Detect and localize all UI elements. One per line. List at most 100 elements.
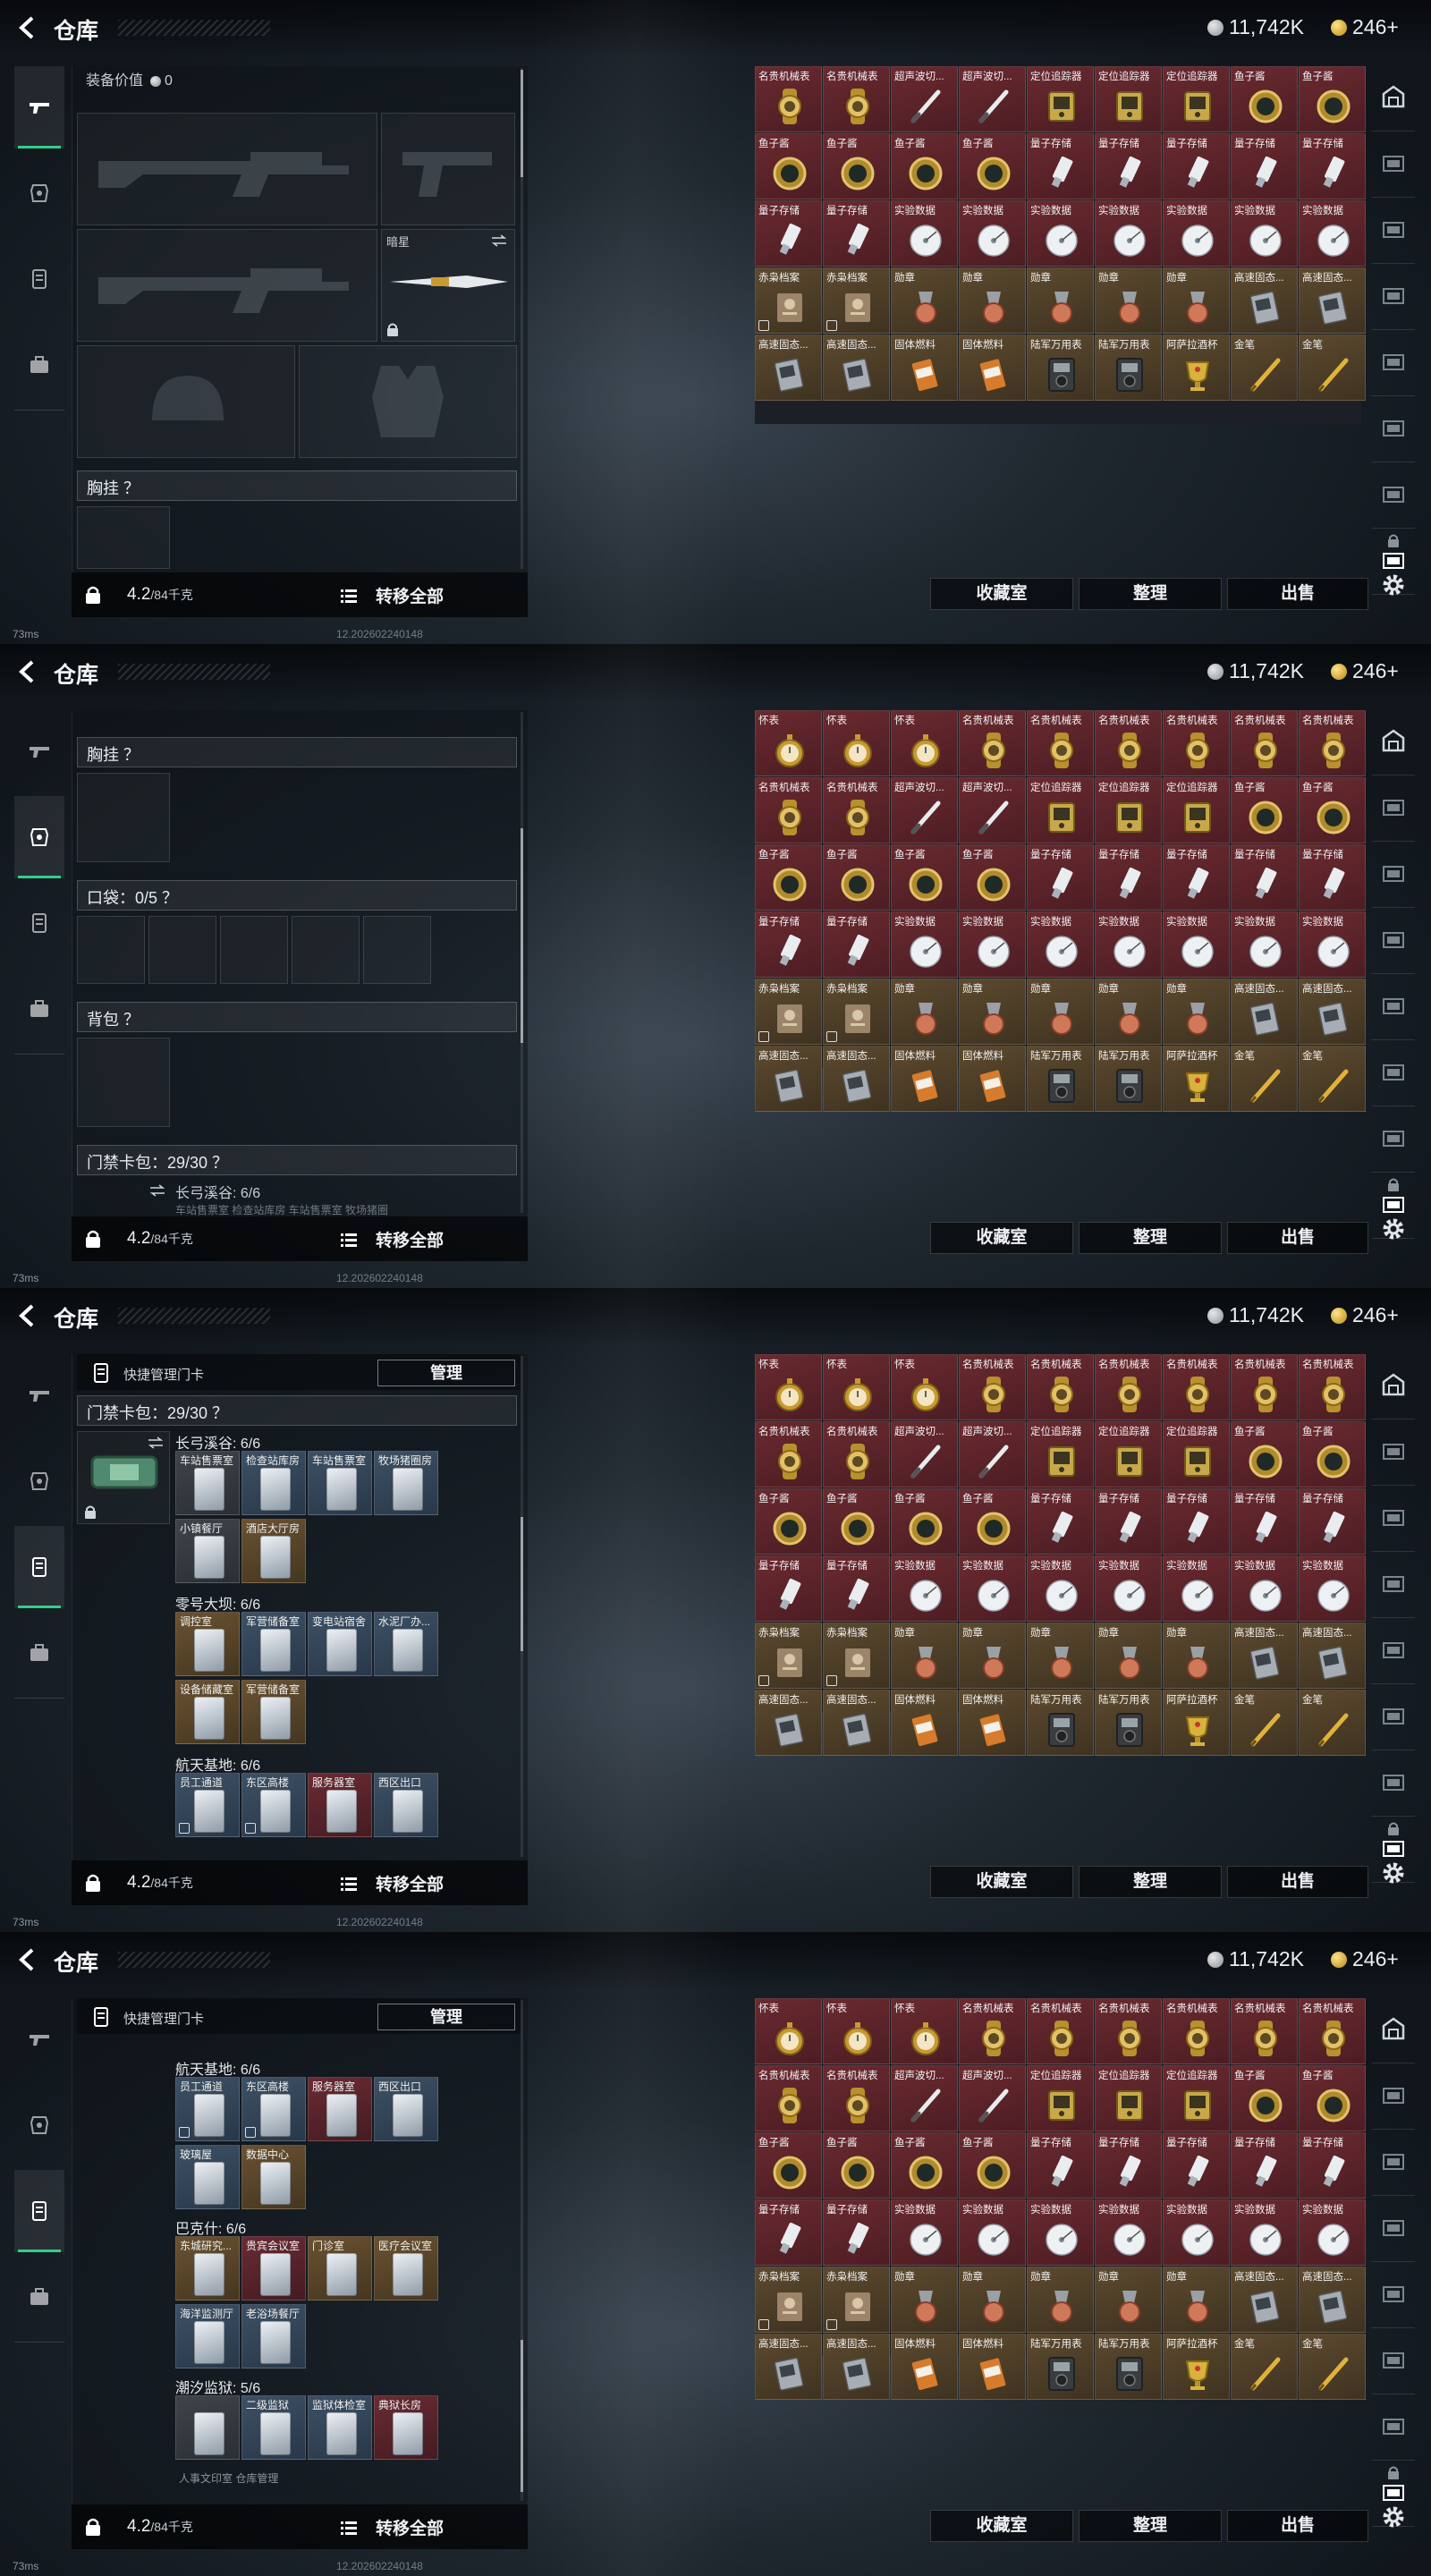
stash-item[interactable]: 实验数据	[891, 1555, 958, 1622]
stash-page-5[interactable]	[1376, 987, 1411, 1023]
stash-item[interactable]: 实验数据	[1095, 2199, 1162, 2266]
stash-item[interactable]: 量子存储	[755, 2199, 822, 2266]
stash-item[interactable]: 高速固态...	[755, 2334, 822, 2400]
stash-item[interactable]: 超声波切...	[959, 1421, 1026, 1487]
stash-item[interactable]: 鱼子酱	[1231, 2065, 1298, 2131]
stash-item[interactable]: 金笔	[1231, 1046, 1298, 1112]
stash-item[interactable]: 实验数据	[891, 2199, 958, 2266]
keycard[interactable]: 贵宾会议室	[241, 2236, 306, 2301]
loadout-scrollbar[interactable]	[521, 712, 523, 1213]
stash-item[interactable]: 实验数据	[1231, 911, 1298, 978]
stash-item[interactable]: 名贵机械表	[1027, 1998, 1094, 2064]
stash-item[interactable]: 实验数据	[1095, 911, 1162, 978]
keycard[interactable]: 变电站宿舍	[308, 1612, 372, 1676]
stash-page-5[interactable]	[1376, 1631, 1411, 1667]
stash-item[interactable]: 超声波切...	[959, 777, 1026, 843]
stash-item[interactable]: 名贵机械表	[823, 66, 890, 132]
stash-item[interactable]: 实验数据	[1231, 2199, 1298, 2266]
stash-item[interactable]: 赤枭档案	[755, 267, 822, 334]
stash-page-2[interactable]	[1376, 789, 1411, 825]
stash-item[interactable]: 定位追踪器	[1095, 2065, 1162, 2131]
stash-item[interactable]: 名贵机械表	[755, 777, 822, 843]
stash-item[interactable]: 赤枭档案	[823, 979, 890, 1045]
back-button[interactable]	[14, 658, 41, 685]
stash-item[interactable]: 名贵机械表	[1299, 1354, 1366, 1420]
stash-item[interactable]: 怀表	[823, 1998, 890, 2064]
stash-item[interactable]: 鱼子酱	[823, 133, 890, 199]
stash-page-4[interactable]	[1376, 277, 1411, 313]
settings-button[interactable]	[1376, 567, 1411, 603]
stash-page-4[interactable]	[1376, 1565, 1411, 1601]
keycard[interactable]: 检查站库房	[241, 1451, 306, 1515]
stash-item[interactable]: 鱼子酱	[1299, 66, 1366, 132]
stash-item[interactable]: 勋章	[1027, 979, 1094, 1045]
stash-item[interactable]: 量子存储	[755, 1555, 822, 1622]
stash-page-7[interactable]	[1376, 476, 1411, 512]
stash-item[interactable]: 定位追踪器	[1163, 1421, 1230, 1487]
nav-tab-1[interactable]	[14, 1998, 64, 2080]
stash-item[interactable]: 定位追踪器	[1027, 2065, 1094, 2131]
stash-item[interactable]: 名贵机械表	[1231, 1354, 1298, 1420]
pocket-slot[interactable]	[363, 916, 431, 984]
loadout-scrollbar[interactable]	[521, 68, 523, 569]
stash-item[interactable]: 阿萨拉酒杯	[1163, 335, 1230, 401]
stash-item[interactable]: 名贵机械表	[1163, 1354, 1230, 1420]
stash-item[interactable]: 实验数据	[891, 200, 958, 267]
stash-item[interactable]: 实验数据	[1163, 1555, 1230, 1622]
stash-item[interactable]: 量子存储	[1163, 1488, 1230, 1555]
stash-item[interactable]: 勋章	[891, 267, 958, 334]
stash-item[interactable]: 勋章	[1163, 1623, 1230, 1689]
transfer-all-button[interactable]: 转移全部	[376, 583, 444, 607]
stash-item[interactable]: 勋章	[891, 2267, 958, 2333]
stash-item[interactable]: 鱼子酱	[755, 1488, 822, 1555]
stash-item[interactable]: 勋章	[1095, 1623, 1162, 1689]
sort-button[interactable]: 整理	[1079, 578, 1222, 610]
keycard[interactable]: 门诊室	[308, 2236, 372, 2301]
keycard[interactable]: 车站售票室	[308, 1451, 372, 1515]
back-button[interactable]	[14, 1946, 41, 1973]
keycard[interactable]: 西区出口	[374, 2077, 438, 2141]
stash-item[interactable]: 实验数据	[1095, 200, 1162, 267]
stash-item[interactable]: 名贵机械表	[1095, 1354, 1162, 1420]
stash-item[interactable]: 陆军万用表	[1027, 2334, 1094, 2400]
stash-item[interactable]: 固体燃料	[891, 335, 958, 401]
stash-item[interactable]: 量子存储	[1027, 133, 1094, 199]
stash-item[interactable]: 实验数据	[1095, 1555, 1162, 1622]
loadout-scrollbar[interactable]	[521, 2000, 523, 2501]
stash-page-1[interactable]	[1376, 79, 1411, 114]
sell-button[interactable]: 出售	[1227, 1222, 1368, 1254]
stash-item[interactable]: 量子存储	[1231, 844, 1298, 911]
stash-item[interactable]: 实验数据	[1027, 911, 1094, 978]
stash-item[interactable]: 鱼子酱	[755, 133, 822, 199]
stash-item[interactable]: 量子存储	[823, 1555, 890, 1622]
chest-rig-slot[interactable]	[77, 506, 170, 569]
stash-item[interactable]: 高速固态...	[823, 335, 890, 401]
stash-item[interactable]: 名贵机械表	[1163, 710, 1230, 776]
sell-button[interactable]: 出售	[1227, 578, 1368, 610]
stash-page-7[interactable]	[1376, 1120, 1411, 1156]
stash-item[interactable]: 高速固态...	[823, 1690, 890, 1756]
pocket-slot[interactable]	[77, 916, 145, 984]
stash-item[interactable]: 量子存储	[1027, 844, 1094, 911]
stash-item[interactable]: 量子存储	[755, 911, 822, 978]
nav-tab-2[interactable]	[14, 152, 64, 234]
stash-item[interactable]: 高速固态...	[1299, 1623, 1366, 1689]
stash-item[interactable]: 鱼子酱	[891, 844, 958, 911]
manage-button[interactable]: 管理	[377, 1360, 515, 1386]
stash-item[interactable]: 名贵机械表	[755, 1421, 822, 1487]
transfer-all-button[interactable]: 转移全部	[376, 1871, 444, 1895]
stash-item[interactable]: 量子存储	[755, 200, 822, 267]
stash-item[interactable]: 勋章	[1095, 2267, 1162, 2333]
stash-item[interactable]: 金笔	[1299, 335, 1366, 401]
stash-item[interactable]: 名贵机械表	[1095, 710, 1162, 776]
stash-item[interactable]: 陆军万用表	[1027, 1690, 1094, 1756]
stash-item[interactable]: 勋章	[1163, 979, 1230, 1045]
stash-item[interactable]: 勋章	[891, 979, 958, 1045]
stash-item[interactable]: 名贵机械表	[1027, 710, 1094, 776]
keycard[interactable]: 小镇餐厅	[175, 1519, 240, 1583]
stash-item[interactable]: 超声波切...	[891, 2065, 958, 2131]
stash-item[interactable]: 名贵机械表	[959, 1354, 1026, 1420]
stash-item[interactable]: 量子存储	[1299, 1488, 1366, 1555]
transfer-all-button[interactable]: 转移全部	[376, 1227, 444, 1251]
keycard[interactable]: 水泥厂办...	[374, 1612, 438, 1676]
